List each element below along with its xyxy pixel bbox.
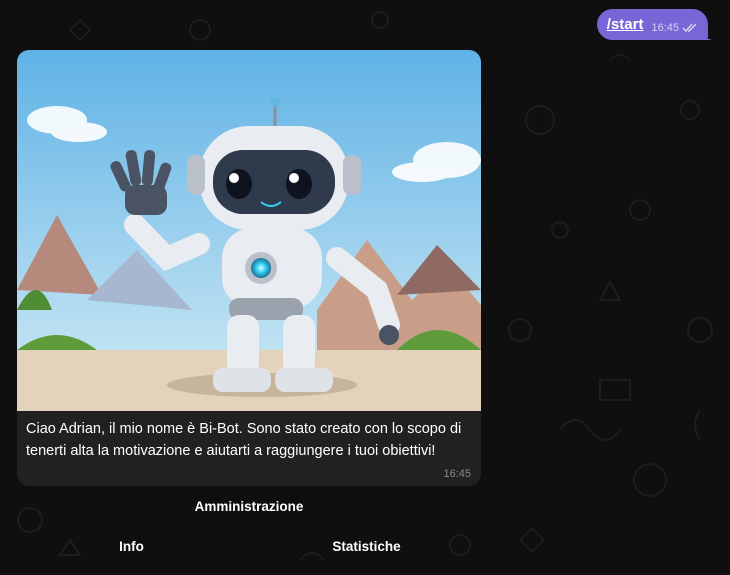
start-command-link[interactable]: /start	[607, 16, 644, 33]
double-check-icon	[682, 22, 697, 32]
incoming-message-time: 16:45	[443, 468, 471, 480]
outgoing-message-time: 16:45	[651, 21, 679, 34]
outgoing-message-meta: 16:45	[651, 22, 698, 34]
outgoing-message-bubble: /start 16:45	[596, 9, 714, 40]
keyboard-button-info[interactable]: Info	[17, 528, 246, 564]
robot-welcome-image[interactable]	[17, 50, 481, 411]
incoming-message-bubble: Ciao Adrian, il mio nome è Bi-Bot. Sono …	[17, 50, 481, 486]
keyboard-button-statistiche[interactable]: Statistiche	[252, 528, 481, 564]
bubble-tail	[704, 30, 714, 40]
keyboard-button-amministrazione[interactable]: Amministrazione	[17, 488, 481, 524]
message-caption: Ciao Adrian, il mio nome è Bi-Bot. Sono …	[26, 421, 462, 459]
